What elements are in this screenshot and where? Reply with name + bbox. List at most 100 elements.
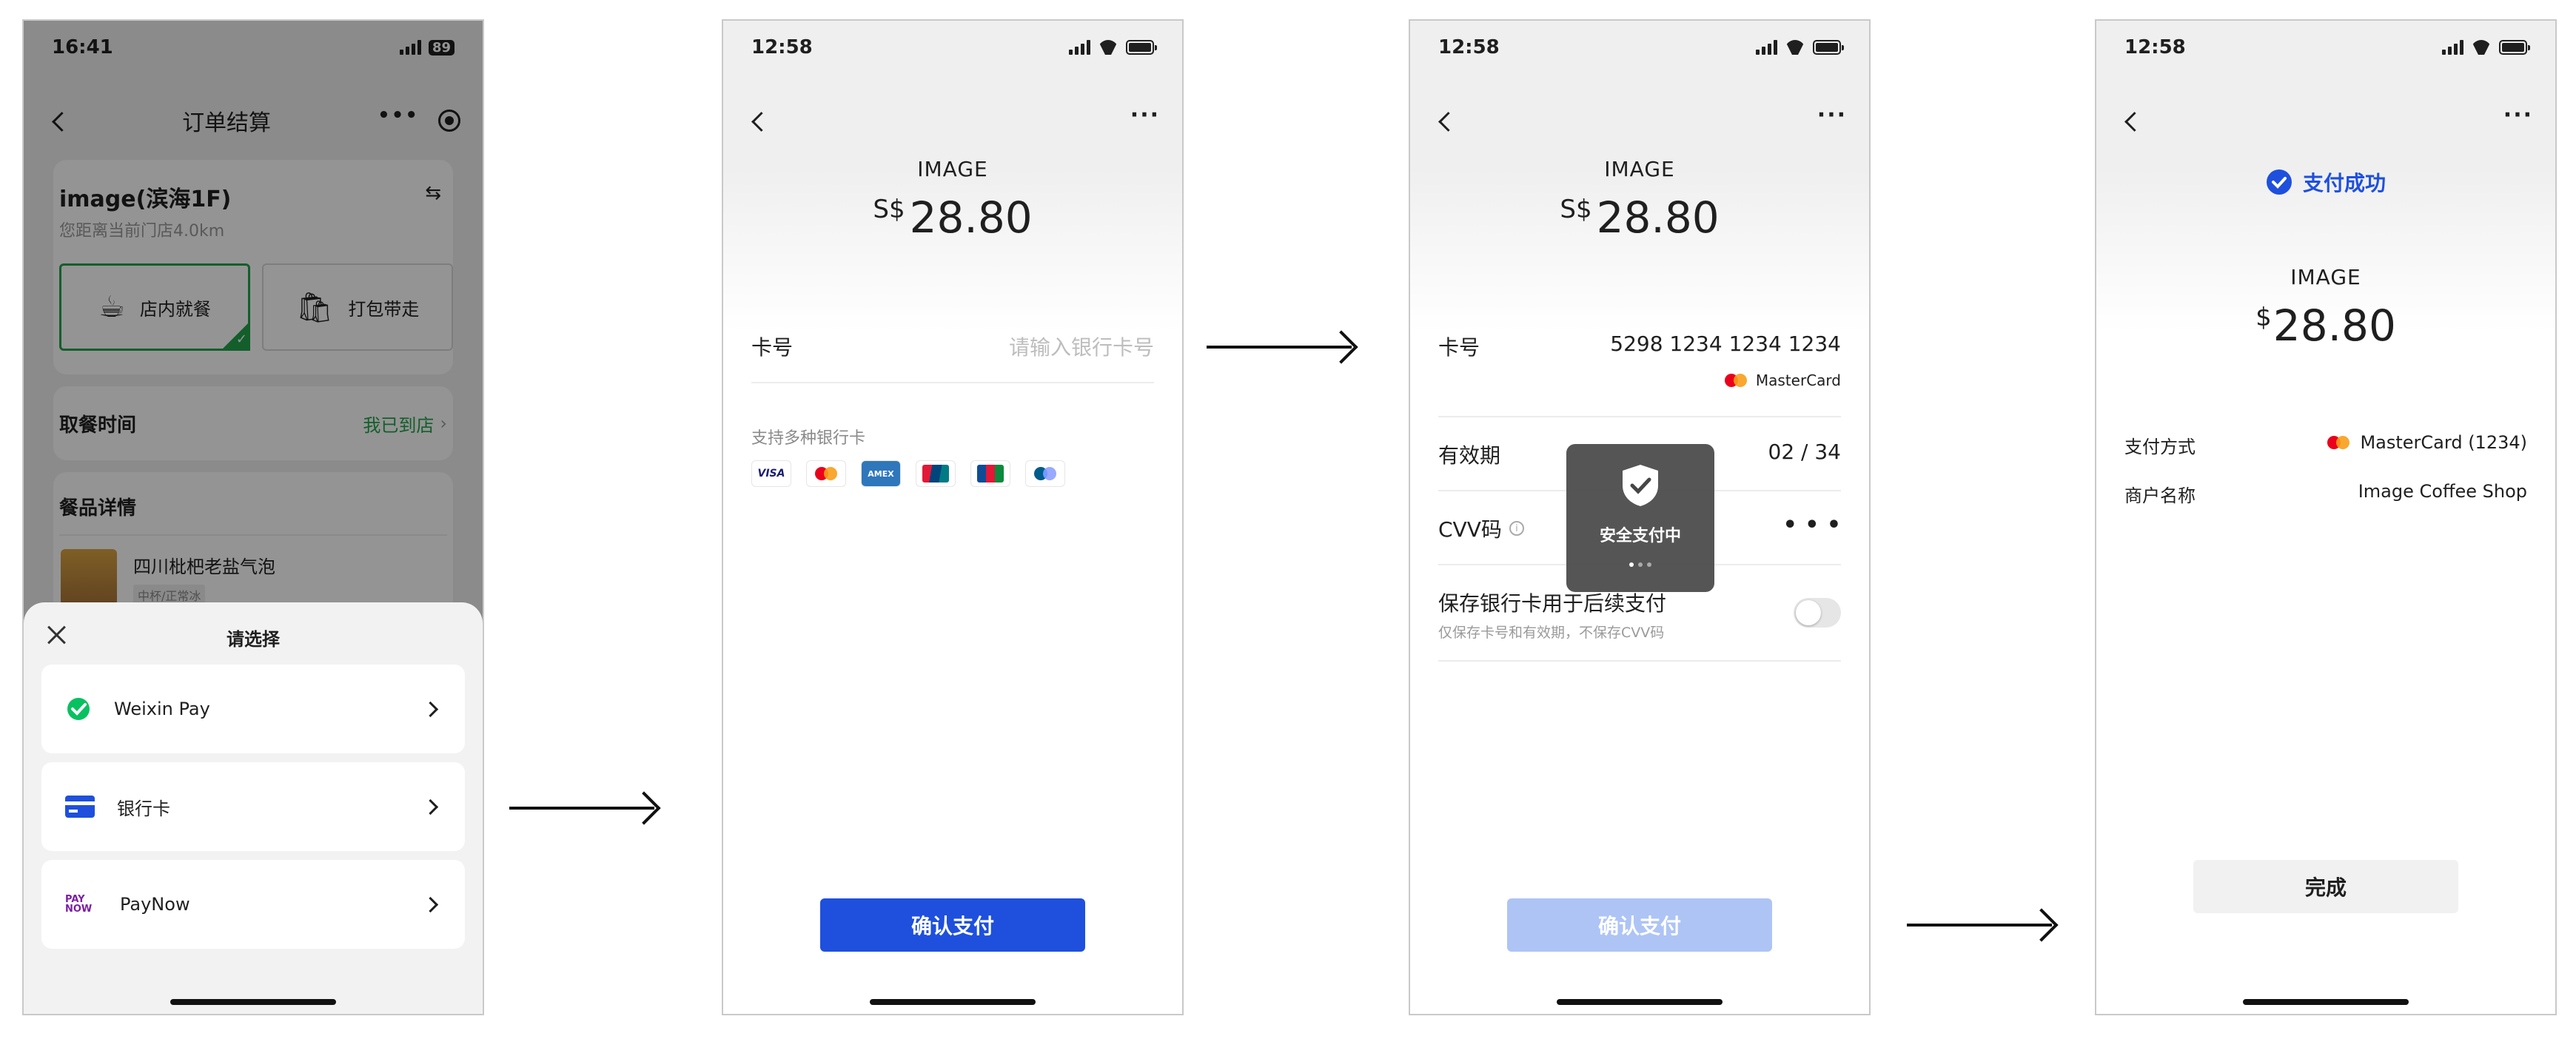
- card-number-label: 卡号: [1438, 335, 1480, 360]
- success-banner: 支付成功: [2096, 167, 2555, 197]
- success-check-icon: [2266, 169, 2292, 195]
- option-paynow[interactable]: PAY NOW PayNow: [41, 860, 465, 949]
- currency-symbol: S$: [873, 195, 905, 224]
- info-icon[interactable]: i: [1509, 521, 1524, 536]
- cvv-label-group: CVV码 i: [1438, 514, 1524, 543]
- status-icons: [1756, 40, 1844, 55]
- wifi-icon: [2471, 40, 2492, 55]
- mastercard-logo: [806, 460, 846, 487]
- merchant-name: IMAGE: [917, 157, 988, 181]
- payment-method-value-group: MasterCard (1234): [2327, 432, 2527, 453]
- more-icon[interactable]: ···: [1817, 104, 1847, 137]
- supported-cards-text: 支持多种银行卡: [751, 429, 866, 448]
- navbar: ···: [1410, 95, 1869, 147]
- flow-arrow: [1207, 346, 1352, 349]
- mastercard-icon: [815, 467, 837, 480]
- brand-text: VISA: [757, 468, 785, 480]
- signal-icon: [1756, 40, 1777, 55]
- currency-symbol: S$: [1560, 195, 1592, 224]
- maestro-icon: [1034, 467, 1056, 480]
- cvv-input[interactable]: • • •: [1783, 512, 1841, 538]
- paynow-logo-bottom: NOW: [65, 904, 93, 915]
- status-icons: [2442, 40, 2530, 55]
- done-button[interactable]: 完成: [2193, 860, 2458, 913]
- currency-symbol: $: [2255, 303, 2272, 332]
- expiry-input[interactable]: 02 / 34: [1768, 440, 1842, 464]
- navbar: ···: [2096, 95, 2555, 147]
- amount-value: 28.80: [1596, 192, 1720, 243]
- save-card-hint: 仅保存卡号和有效期，不保存CVV码: [1438, 625, 1665, 641]
- bank-card-icon: [65, 796, 95, 818]
- toast-text: 安全支付中: [1599, 527, 1681, 545]
- maestro-logo: [1025, 460, 1065, 487]
- payment-amount: S$ 28.80: [723, 192, 1182, 243]
- jcb-logo: [970, 460, 1010, 487]
- option-label: PayNow: [120, 894, 190, 915]
- amount-value: 28.80: [909, 192, 1033, 243]
- status-time: 12:58: [751, 36, 813, 58]
- card-number-input[interactable]: 5298 1234 1234 1234: [1610, 332, 1841, 356]
- merchant-name-label: 商户名称: [2124, 485, 2196, 506]
- card-number-label: 卡号: [751, 335, 794, 360]
- wifi-icon: [1098, 40, 1118, 55]
- card-brand-tag: MasterCard: [1724, 371, 1841, 389]
- save-card-label: 保存银行卡用于后续支付: [1438, 591, 1667, 616]
- signal-icon: [2442, 40, 2463, 55]
- divider: [1438, 416, 1841, 417]
- expiry-label: 有效期: [1438, 443, 1501, 468]
- more-icon[interactable]: ···: [2503, 104, 2533, 137]
- visa-logo: VISA: [751, 460, 791, 487]
- battery-icon: [1813, 40, 1844, 55]
- wifi-icon: [1785, 40, 1805, 55]
- amount-value: 28.80: [2273, 300, 2396, 351]
- option-label: 银行卡: [117, 798, 170, 819]
- cvv-label: CVV码: [1438, 517, 1502, 542]
- success-text: 支付成功: [2302, 171, 2386, 195]
- confirm-pay-button-disabled[interactable]: 确认支付: [1507, 898, 1772, 952]
- status-bar: 12:58: [1410, 21, 1869, 74]
- payment-amount: S$ 28.80: [1410, 192, 1869, 243]
- merchant-name: IMAGE: [1604, 157, 1675, 181]
- navbar: ···: [723, 95, 1182, 147]
- phone-screen-success: 12:58 ··· 支付成功 IMAGE $28.80 支付方式 MasterC…: [2095, 19, 2557, 1015]
- mastercard-icon: [2327, 436, 2350, 449]
- merchant-name-value: Image Coffee Shop: [2358, 481, 2527, 502]
- chevron-right-icon: [425, 701, 441, 717]
- battery-icon: [2499, 40, 2530, 55]
- back-icon[interactable]: [745, 106, 775, 135]
- option-bank-card[interactable]: 银行卡: [41, 762, 465, 851]
- unionpay-logo: [916, 460, 956, 487]
- back-icon[interactable]: [1432, 106, 1462, 135]
- card-brand-name: MasterCard: [1755, 371, 1841, 389]
- signal-icon: [1069, 40, 1090, 55]
- merchant-name: IMAGE: [2290, 265, 2361, 289]
- status-bar: 12:58: [723, 21, 1182, 74]
- option-label: Weixin Pay: [114, 699, 210, 719]
- phone-screen-payment-selection: 16:41 89 订单结算 ••• image(滨海1F) ⇆ 您距离当前门店4…: [22, 19, 484, 1015]
- wechat-pay-icon: [65, 696, 92, 722]
- loading-dots: [1566, 562, 1714, 567]
- chevron-right-icon: [425, 798, 441, 815]
- option-weixin-pay[interactable]: Weixin Pay: [41, 665, 465, 753]
- flow-arrow: [509, 807, 654, 810]
- status-time: 12:58: [1438, 36, 1500, 58]
- sheet-title: 请选择: [227, 629, 280, 650]
- card-brand-list: VISA AMEX: [751, 460, 1065, 487]
- payment-amount: $28.80: [2096, 300, 2555, 351]
- save-card-toggle[interactable]: [1794, 598, 1841, 628]
- amex-logo: AMEX: [861, 460, 901, 487]
- confirm-pay-button[interactable]: 确认支付: [820, 898, 1085, 952]
- phone-screen-processing: 12:58 ··· IMAGE S$ 28.80 卡号 5298 1234 123…: [1409, 19, 1871, 1015]
- payment-method-label: 支付方式: [2124, 437, 2196, 457]
- divider: [751, 382, 1154, 383]
- home-indicator: [870, 999, 1036, 1005]
- status-time: 12:58: [2124, 36, 2186, 58]
- brand-text: AMEX: [868, 468, 894, 479]
- processing-toast: 安全支付中: [1566, 444, 1714, 592]
- chevron-right-icon: [425, 896, 441, 912]
- status-bar: 12:58: [2096, 21, 2555, 74]
- card-number-input[interactable]: 请输入银行卡号: [1009, 332, 1154, 361]
- more-icon[interactable]: ···: [1130, 104, 1160, 137]
- home-indicator: [170, 999, 336, 1005]
- back-icon[interactable]: [2119, 106, 2148, 135]
